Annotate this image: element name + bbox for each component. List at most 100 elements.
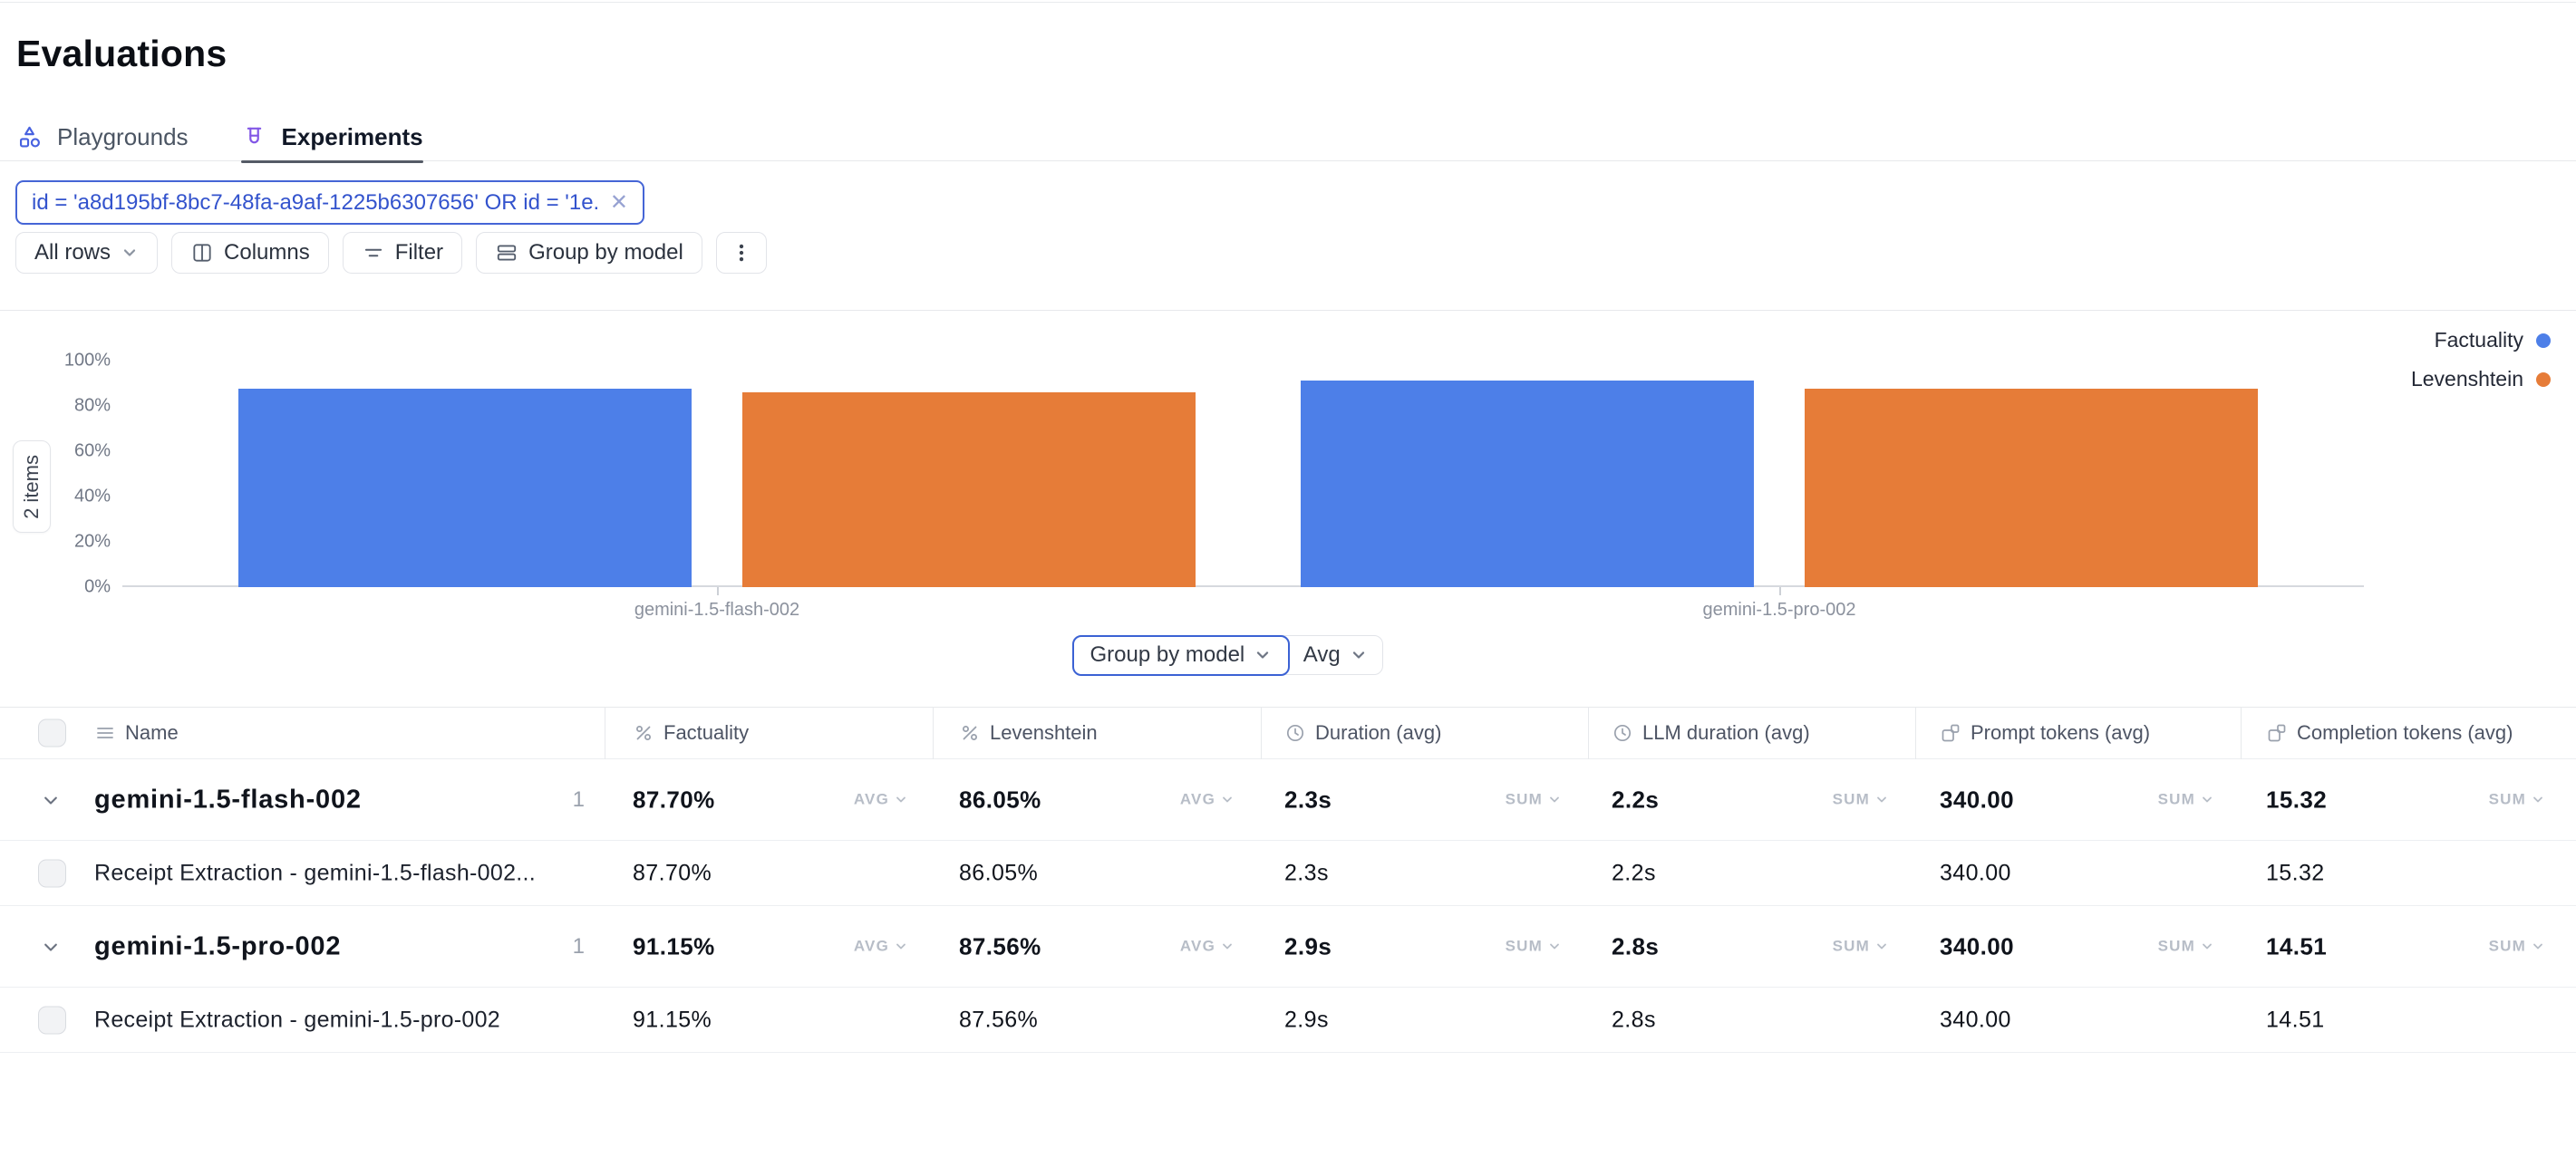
chevron-down-icon[interactable] <box>38 787 63 813</box>
chevron-down-icon <box>1547 940 1562 954</box>
cell-levenshtein: 86.05% <box>959 860 1235 886</box>
cell-completion-tokens: 15.32SUM <box>2266 786 2545 814</box>
column-header-label: Name <box>125 721 179 745</box>
section-divider <box>0 310 2576 311</box>
tab-playgrounds[interactable]: Playgrounds <box>16 114 189 161</box>
column-divider[interactable] <box>1261 707 1262 759</box>
chevron-down-icon <box>894 940 908 954</box>
agg-selector[interactable]: SUM <box>2158 791 2214 809</box>
column-divider[interactable] <box>1915 707 1916 759</box>
column-header-factuality[interactable]: Factuality <box>633 721 749 745</box>
cell-completion-tokens: 14.51 <box>2266 1007 2545 1033</box>
chevron-down-icon[interactable] <box>38 934 63 960</box>
legend-item-factuality[interactable]: Factuality <box>2435 328 2551 352</box>
column-divider[interactable] <box>933 707 934 759</box>
list-icon <box>94 722 116 744</box>
legend-label: Factuality <box>2435 328 2523 352</box>
tab-bar: Playgrounds Experiments <box>0 114 2576 161</box>
chart-controls: Group by model Avg <box>1072 635 1383 675</box>
row-checkbox[interactable] <box>38 1006 66 1034</box>
column-header-name[interactable]: Name <box>94 721 179 745</box>
column-header-label: Completion tokens (avg) <box>2297 721 2513 745</box>
cell-completion-tokens: 15.32 <box>2266 860 2545 886</box>
toolbar: All rows Columns Filter Group by model <box>15 232 767 274</box>
cell-llm-duration: 2.8s <box>1612 1007 1889 1033</box>
agg-selector[interactable]: SUM <box>1506 938 1562 956</box>
column-divider[interactable] <box>2241 707 2242 759</box>
all-rows-button[interactable]: All rows <box>15 232 158 274</box>
table-row-experiment-flash[interactable]: Receipt Extraction - gemini-1.5-flash-00… <box>0 841 2576 906</box>
filter-chip[interactable]: id = 'a8d195bf-8bc7-48fa-a9af-1225b63076… <box>15 180 644 225</box>
filter-button[interactable]: Filter <box>343 232 462 274</box>
table-row-group-flash[interactable]: gemini-1.5-flash-002 1 87.70%AVG 86.05%A… <box>0 759 2576 841</box>
agg-selector[interactable]: SUM <box>2489 791 2545 809</box>
cell-llm-duration: 2.8sSUM <box>1612 932 1889 960</box>
column-header-prompt-tokens[interactable]: Prompt tokens (avg) <box>1940 721 2150 745</box>
agg-selector[interactable]: AVG <box>854 938 908 956</box>
y-axis-tick-label: 80% <box>31 396 111 417</box>
column-header-label: LLM duration (avg) <box>1642 721 1810 745</box>
tokens-icon <box>2266 722 2288 744</box>
chevron-down-icon <box>2531 940 2545 954</box>
agg-selector[interactable]: SUM <box>1833 938 1889 956</box>
columns-label: Columns <box>224 240 310 265</box>
cell-factuality: 91.15% <box>633 1007 908 1033</box>
column-header-label: Levenshtein <box>990 721 1098 745</box>
group-row-count: 1 <box>508 787 585 813</box>
x-axis-label: gemini-1.5-flash-002 <box>634 600 799 621</box>
cell-prompt-tokens: 340.00SUM <box>1940 786 2214 814</box>
column-header-levenshtein[interactable]: Levenshtein <box>959 721 1098 745</box>
cell-factuality: 91.15%AVG <box>633 932 908 960</box>
agg-selector[interactable]: SUM <box>2489 938 2545 956</box>
x-axis-tick <box>1779 587 1781 595</box>
bar-levenshtein-gemini-1.5-flash-002[interactable] <box>742 392 1196 587</box>
column-header-duration[interactable]: Duration (avg) <box>1284 721 1441 745</box>
chevron-down-icon <box>1350 646 1368 664</box>
tokens-icon <box>1940 722 1961 744</box>
y-axis-tick-label: 0% <box>31 577 111 598</box>
bar-factuality-gemini-1.5-pro-002[interactable] <box>1301 381 1754 587</box>
columns-icon <box>190 241 214 265</box>
select-all-checkbox[interactable] <box>38 719 66 747</box>
chevron-down-icon <box>1547 793 1562 807</box>
legend-item-levenshtein[interactable]: Levenshtein <box>2411 367 2551 391</box>
table-row-experiment-pro[interactable]: Receipt Extraction - gemini-1.5-pro-002 … <box>0 988 2576 1053</box>
chart-aggregation-select[interactable]: Avg <box>1289 636 1382 674</box>
bar-factuality-gemini-1.5-flash-002[interactable] <box>238 389 692 587</box>
bar-levenshtein-gemini-1.5-pro-002[interactable] <box>1805 389 2258 587</box>
y-axis-tick-label: 100% <box>31 351 111 371</box>
more-options-button[interactable] <box>716 232 767 274</box>
tab-experiments[interactable]: Experiments <box>241 114 423 161</box>
column-header-label: Prompt tokens (avg) <box>1971 721 2150 745</box>
filter-chip-text: id = 'a8d195bf-8bc7-48fa-a9af-1225b63076… <box>32 190 599 216</box>
chevron-down-icon <box>1220 793 1235 807</box>
chevron-down-icon <box>894 793 908 807</box>
column-divider[interactable] <box>1588 707 1589 759</box>
agg-selector[interactable]: SUM <box>2158 938 2214 956</box>
group-name: gemini-1.5-pro-002 <box>94 931 341 961</box>
chevron-down-icon <box>2200 940 2214 954</box>
page-title: Evaluations <box>16 33 227 75</box>
cell-factuality: 87.70%AVG <box>633 786 908 814</box>
column-header-completion-tokens[interactable]: Completion tokens (avg) <box>2266 721 2513 745</box>
y-axis-tick-label: 40% <box>31 487 111 507</box>
column-header-llm-duration[interactable]: LLM duration (avg) <box>1612 721 1810 745</box>
y-axis-tick-label: 20% <box>31 532 111 553</box>
agg-selector[interactable]: AVG <box>1180 791 1235 809</box>
legend-label: Levenshtein <box>2411 367 2523 391</box>
agg-selector[interactable]: AVG <box>854 791 908 809</box>
cell-llm-duration: 2.2sSUM <box>1612 786 1889 814</box>
tab-experiments-label: Experiments <box>282 123 423 151</box>
kebab-menu-icon <box>730 241 753 265</box>
columns-button[interactable]: Columns <box>171 232 329 274</box>
table-row-group-pro[interactable]: gemini-1.5-pro-002 1 91.15%AVG 87.56%AVG… <box>0 906 2576 988</box>
playgrounds-icon <box>16 124 43 150</box>
agg-selector[interactable]: SUM <box>1833 791 1889 809</box>
agg-selector[interactable]: AVG <box>1180 938 1235 956</box>
chip-close-icon[interactable]: ✕ <box>610 192 628 214</box>
agg-selector[interactable]: SUM <box>1506 791 1562 809</box>
chart-group-by-select[interactable]: Group by model <box>1072 635 1291 676</box>
row-checkbox[interactable] <box>38 859 66 887</box>
group-by-model-button[interactable]: Group by model <box>476 232 702 274</box>
cell-duration: 2.3sSUM <box>1284 786 1562 814</box>
